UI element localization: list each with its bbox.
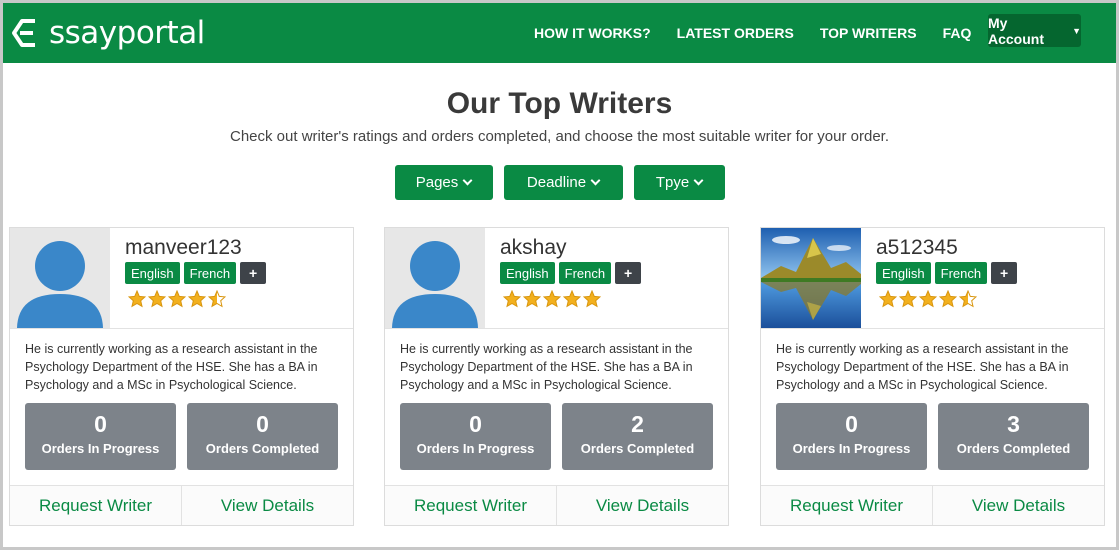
writer-card: akshay English French + He is currently … (384, 227, 729, 526)
view-details-button[interactable]: View Details (556, 486, 728, 525)
star-full-icon (583, 290, 601, 308)
nav-links: HOW IT WORKS? LATEST ORDERS TOP WRITERS … (534, 3, 997, 63)
star-rating (128, 290, 226, 308)
page-frame: ssayportal HOW IT WORKS? LATEST ORDERS T… (0, 0, 1119, 550)
top-navbar: ssayportal HOW IT WORKS? LATEST ORDERS T… (3, 3, 1116, 63)
writer-card-header: manveer123 English French + (10, 228, 353, 329)
filter-type-label: Tpye (655, 174, 690, 191)
language-tags: English French + (500, 262, 642, 284)
writer-description: He is currently working as a research as… (25, 342, 318, 392)
star-full-icon (523, 290, 541, 308)
star-full-icon (919, 290, 937, 308)
writer-description: He is currently working as a research as… (400, 342, 693, 392)
filter-deadline-label: Deadline (526, 174, 587, 191)
language-tag: English (500, 262, 555, 284)
star-full-icon (148, 290, 166, 308)
star-rating (503, 290, 601, 308)
orders-completed-label: Orders Completed (580, 441, 695, 456)
writer-card-header: akshay English French + (385, 228, 728, 329)
star-full-icon (563, 290, 581, 308)
default-user-icon (10, 228, 110, 328)
card-actions: Request Writer View Details (10, 485, 353, 525)
view-details-button[interactable]: View Details (181, 486, 353, 525)
request-writer-button[interactable]: Request Writer (761, 486, 932, 525)
more-languages-button[interactable]: + (240, 262, 267, 284)
star-full-icon (188, 290, 206, 308)
language-tag: French (558, 262, 612, 284)
mountain-lake-photo (761, 228, 861, 328)
orders-in-progress-count: 0 (94, 411, 107, 437)
language-tag: English (125, 262, 180, 284)
caret-down-icon: ▼ (1072, 25, 1081, 36)
orders-in-progress-count: 0 (845, 411, 858, 437)
star-full-icon (543, 290, 561, 308)
orders-completed-label: Orders Completed (205, 441, 320, 456)
page-subtitle: Check out writer's ratings and orders co… (229, 128, 889, 145)
star-full-icon (168, 290, 186, 308)
star-full-icon (879, 290, 897, 308)
request-writer-button[interactable]: Request Writer (385, 486, 556, 525)
orders-in-progress-count: 0 (469, 411, 482, 437)
writer-name[interactable]: a512345 (876, 236, 958, 260)
orders-completed-count: 3 (1007, 411, 1020, 437)
logo-e-icon (12, 19, 35, 47)
filter-deadline-button[interactable]: Deadline (503, 165, 623, 200)
writer-name[interactable]: manveer123 (125, 236, 242, 260)
filter-bar: Pages Deadline Tpye (3, 165, 1116, 200)
writer-description: He is currently working as a research as… (776, 342, 1069, 392)
chevron-down-icon (462, 175, 473, 186)
nav-top-writers[interactable]: TOP WRITERS (820, 25, 917, 41)
my-account-dropdown[interactable]: My Account ▼ (988, 14, 1081, 47)
orders-in-progress-label: Orders In Progress (792, 441, 911, 456)
writer-card: a512345 English French + He is currently… (760, 227, 1105, 526)
star-full-icon (939, 290, 957, 308)
request-writer-button[interactable]: Request Writer (10, 486, 181, 525)
star-rating (879, 290, 977, 308)
star-full-icon (899, 290, 917, 308)
nav-latest-orders[interactable]: LATEST ORDERS (677, 25, 794, 41)
star-full-icon (503, 290, 521, 308)
orders-completed-box: 3 Orders Completed (938, 403, 1089, 470)
star-half-icon (959, 290, 977, 308)
nav-how-it-works[interactable]: HOW IT WORKS? (534, 25, 651, 41)
filter-type-button[interactable]: Tpye (633, 165, 725, 200)
more-languages-button[interactable]: + (991, 262, 1018, 284)
orders-completed-box: 2 Orders Completed (562, 403, 713, 470)
writer-card-header: a512345 English French + (761, 228, 1104, 329)
more-languages-button[interactable]: + (615, 262, 642, 284)
language-tag: English (876, 262, 931, 284)
language-tag: French (183, 262, 237, 284)
orders-in-progress-label: Orders In Progress (41, 441, 160, 456)
orders-completed-count: 0 (256, 411, 269, 437)
orders-in-progress-box: 0 Orders In Progress (400, 403, 551, 470)
writer-name[interactable]: akshay (500, 236, 567, 260)
orders-completed-label: Orders Completed (956, 441, 1071, 456)
star-half-icon (208, 290, 226, 308)
star-full-icon (128, 290, 146, 308)
chevron-down-icon (590, 175, 601, 186)
card-actions: Request Writer View Details (761, 485, 1104, 525)
orders-in-progress-box: 0 Orders In Progress (776, 403, 927, 470)
orders-in-progress-label: Orders In Progress (416, 441, 535, 456)
chevron-down-icon (693, 175, 704, 186)
page-title: Our Top Writers (446, 87, 673, 120)
language-tags: English French + (876, 262, 1018, 284)
language-tag: French (934, 262, 988, 284)
nav-faq[interactable]: FAQ (943, 25, 972, 41)
orders-in-progress-box: 0 Orders In Progress (25, 403, 176, 470)
card-actions: Request Writer View Details (385, 485, 728, 525)
language-tags: English French + (125, 262, 267, 284)
orders-completed-count: 2 (631, 411, 644, 437)
default-user-icon (385, 228, 485, 328)
view-details-button[interactable]: View Details (932, 486, 1104, 525)
filter-pages-label: Pages (415, 174, 459, 191)
orders-completed-box: 0 Orders Completed (187, 403, 338, 470)
my-account-label: My Account (988, 14, 1044, 47)
filter-pages-button[interactable]: Pages (394, 165, 493, 200)
writer-card: manveer123 English French + He is curren… (9, 227, 354, 526)
logo-text: ssayportal (49, 14, 205, 51)
essayportal-logo[interactable]: ssayportal (11, 13, 205, 53)
